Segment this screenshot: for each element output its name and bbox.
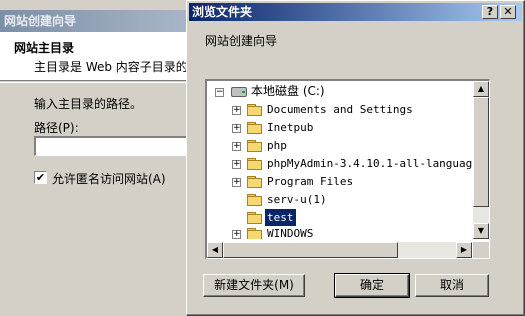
scroll-right-arrow-icon[interactable]: ▶: [456, 242, 472, 258]
wizard-divider: [0, 82, 190, 83]
vertical-scroll-thumb[interactable]: [473, 97, 489, 207]
path-label: 路径(P):: [34, 121, 79, 135]
wizard-header-subtitle: 主目录是 Web 内容子目录的: [34, 60, 188, 74]
tree-item-php[interactable]: php: [265, 137, 289, 154]
folder-icon: [247, 104, 263, 116]
hard-drive-icon: [231, 87, 247, 97]
tree-item-windows[interactable]: WINDOWS: [265, 225, 315, 239]
tree-item-label: Documents and Settings: [267, 103, 413, 116]
expand-toggle[interactable]: +: [232, 230, 241, 239]
expand-toggle[interactable]: +: [232, 124, 241, 133]
tree-item-label: Program Files: [267, 175, 354, 188]
tree-item-phpmyadmin[interactable]: phpMyAdmin-3.4.10.1-all-languages: [265, 155, 472, 172]
wizard-prompt: 输入主目录的路径。: [34, 97, 143, 111]
tree-item-label: serv-u(1): [267, 193, 327, 206]
tree-item-label: Inetpub: [267, 121, 314, 134]
wizard-header-title: 网站主目录: [14, 41, 75, 55]
ok-button[interactable]: 确定: [334, 273, 410, 298]
scroll-up-arrow-icon[interactable]: ▲: [473, 81, 489, 97]
tree-item-test[interactable]: test: [264, 208, 297, 227]
tree-item-label: php: [267, 139, 287, 152]
dialog-title-bar: 浏览文件夹 ? ✕: [189, 3, 522, 21]
close-button[interactable]: ✕: [500, 5, 516, 19]
tree-item-local-disk[interactable]: 本地磁盘 (C:): [249, 83, 327, 100]
tree-item-documents-and-settings[interactable]: Documents and Settings: [265, 101, 415, 118]
folder-icon: [247, 140, 263, 152]
tree-item-label: test: [264, 208, 297, 227]
expand-toggle[interactable]: +: [232, 142, 241, 151]
tree-item-inetpub[interactable]: Inetpub: [265, 119, 315, 136]
anonymous-access-checkbox[interactable]: ✔: [34, 171, 47, 184]
scroll-down-arrow-icon[interactable]: ▼: [473, 223, 489, 239]
new-folder-button[interactable]: 新建文件夹(M): [203, 274, 305, 297]
wizard-title-bar: 网站创建向导: [0, 10, 190, 32]
expand-toggle[interactable]: +: [232, 178, 241, 187]
tree-item-serv-u[interactable]: serv-u(1): [265, 191, 329, 208]
wizard-header: 网站主目录 主目录是 Web 内容子目录的: [0, 32, 190, 81]
path-input[interactable]: [34, 136, 194, 156]
folder-icon: [247, 228, 263, 239]
folder-icon: [247, 122, 263, 134]
scroll-left-arrow-icon[interactable]: ◀: [207, 242, 223, 258]
folder-tree-viewport: − 本地磁盘 (C:) + Documents and Settings + I…: [207, 81, 472, 239]
anonymous-access-label[interactable]: 允许匿名访问网站(A): [52, 170, 166, 187]
tree-item-label: 本地磁盘 (C:): [251, 84, 325, 98]
scrollbar-corner: [473, 242, 489, 258]
cancel-button[interactable]: 取消: [415, 274, 489, 297]
dialog-title: 浏览文件夹: [192, 5, 253, 19]
root-collapse-toggle[interactable]: −: [215, 88, 224, 97]
vertical-scrollbar[interactable]: ▲ ▼: [473, 81, 489, 239]
tree-item-program-files[interactable]: Program Files: [265, 173, 355, 190]
folder-icon: [247, 176, 263, 188]
folder-tree[interactable]: − 本地磁盘 (C:) + Documents and Settings + I…: [205, 79, 490, 259]
expand-toggle[interactable]: +: [232, 106, 241, 115]
folder-icon: [247, 158, 263, 170]
open-folder-icon: [247, 212, 263, 224]
tree-item-label: WINDOWS: [267, 227, 314, 239]
dialog-description: 网站创建向导: [205, 34, 278, 48]
horizontal-scroll-thumb[interactable]: [223, 242, 398, 258]
expand-toggle[interactable]: +: [232, 160, 241, 169]
browse-folder-dialog: 浏览文件夹 ? ✕ 网站创建向导 − 本地磁盘 (C:) + Documents…: [186, 0, 525, 316]
horizontal-scrollbar[interactable]: ◀ ▶: [207, 242, 472, 258]
tree-item-label: phpMyAdmin-3.4.10.1-all-languages: [267, 157, 472, 170]
folder-icon: [247, 194, 263, 206]
help-button[interactable]: ?: [482, 5, 498, 19]
